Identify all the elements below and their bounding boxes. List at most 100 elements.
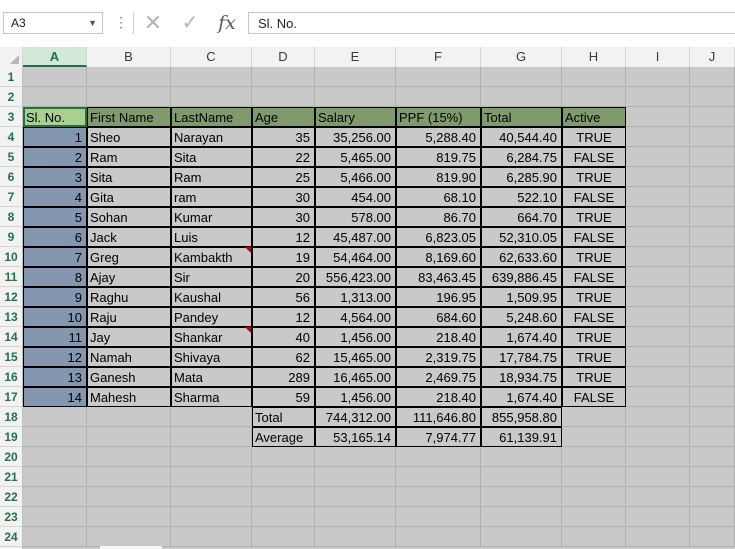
table-cell[interactable]: 1,674.40 [481,327,562,347]
table-cell[interactable]: TRUE [562,127,626,147]
cell[interactable] [690,247,735,267]
cell[interactable] [626,367,690,387]
row-header-24[interactable]: 24 [0,527,22,547]
table-cell[interactable]: 2,319.75 [396,347,481,367]
cell[interactable] [690,287,735,307]
table-cell[interactable]: Kumar [171,207,252,227]
cell[interactable] [23,67,87,87]
column-header-e[interactable]: E [315,47,396,67]
cell[interactable] [252,447,315,467]
table-cell[interactable]: 684.60 [396,307,481,327]
table-header-cell[interactable]: Total [481,107,562,127]
cell[interactable] [626,187,690,207]
summary-cell[interactable]: 855,958.80 [481,407,562,427]
table-cell[interactable]: FALSE [562,387,626,407]
table-cell[interactable]: 6,284.75 [481,147,562,167]
table-cell[interactable]: TRUE [562,247,626,267]
table-cell[interactable]: 196.95 [396,287,481,307]
cell[interactable] [690,207,735,227]
table-header-cell[interactable]: PPF (15%) [396,107,481,127]
table-header-cell[interactable]: Age [252,107,315,127]
cell[interactable] [626,267,690,287]
cell[interactable] [690,407,735,427]
table-cell[interactable]: TRUE [562,287,626,307]
table-cell[interactable]: FALSE [562,187,626,207]
column-header-h[interactable]: H [562,47,626,67]
cell[interactable] [481,447,562,467]
table-cell[interactable]: Sharma [171,387,252,407]
cell[interactable] [87,67,171,87]
table-cell[interactable]: TRUE [562,347,626,367]
cell[interactable] [315,67,396,87]
row-header-1[interactable]: 1 [0,67,22,87]
cell[interactable] [690,87,735,107]
cell[interactable] [562,507,626,527]
cell[interactable] [626,307,690,327]
table-cell[interactable]: FALSE [562,267,626,287]
cell[interactable] [626,247,690,267]
name-box[interactable]: A3 ▼ [3,12,103,34]
table-cell[interactable]: Ajay [87,267,171,287]
table-cell[interactable]: 22 [252,147,315,167]
row-header-9[interactable]: 9 [0,227,22,247]
row-header-3[interactable]: 3 [0,107,22,127]
cell[interactable] [23,507,87,527]
chevron-down-icon[interactable]: ▼ [88,18,97,28]
cell[interactable] [481,487,562,507]
cell[interactable] [690,347,735,367]
cell[interactable] [690,187,735,207]
table-cell[interactable]: 218.40 [396,387,481,407]
cell[interactable] [690,307,735,327]
cell[interactable] [562,447,626,467]
table-cell[interactable]: TRUE [562,207,626,227]
cell[interactable] [690,327,735,347]
cell[interactable] [690,67,735,87]
table-cell[interactable]: 62 [252,347,315,367]
table-cell[interactable]: 15,465.00 [315,347,396,367]
table-cell[interactable]: 56 [252,287,315,307]
table-cell[interactable]: FALSE [562,227,626,247]
cell[interactable] [562,427,626,447]
cell[interactable] [396,487,481,507]
table-cell[interactable]: ram [171,187,252,207]
table-cell[interactable]: 2,469.75 [396,367,481,387]
table-cell[interactable]: 40 [252,327,315,347]
cell[interactable] [690,527,735,547]
table-cell[interactable]: 54,464.00 [315,247,396,267]
table-cell[interactable]: 86.70 [396,207,481,227]
cell[interactable] [23,87,87,107]
table-cell[interactable]: Jay [87,327,171,347]
cell[interactable] [396,467,481,487]
cell[interactable] [23,447,87,467]
cell[interactable] [690,367,735,387]
table-cell[interactable]: 5 [23,207,87,227]
select-all-button[interactable] [0,47,23,67]
table-cell[interactable]: 4,564.00 [315,307,396,327]
table-cell[interactable]: 30 [252,207,315,227]
cell[interactable] [562,487,626,507]
row-header-20[interactable]: 20 [0,447,22,467]
table-cell[interactable]: 45,487.00 [315,227,396,247]
comment-indicator-icon[interactable] [245,327,251,333]
table-cell[interactable]: Pandey [171,307,252,327]
column-header-i[interactable]: I [626,47,690,67]
table-cell[interactable]: 1 [23,127,87,147]
row-header-17[interactable]: 17 [0,387,22,407]
cell[interactable] [626,107,690,127]
row-header-6[interactable]: 6 [0,167,22,187]
formula-input[interactable]: Sl. No. [248,12,735,34]
table-cell[interactable]: 578.00 [315,207,396,227]
table-cell[interactable]: 1,456.00 [315,327,396,347]
table-cell[interactable]: 819.90 [396,167,481,187]
column-header-d[interactable]: D [252,47,315,67]
cell[interactable] [171,67,252,87]
table-cell[interactable]: Sohan [87,207,171,227]
worksheet-grid[interactable]: Sl. No. First Name LastName Age Salary PPF (1… [23,67,735,549]
table-cell[interactable]: 522.10 [481,187,562,207]
table-cell[interactable]: 13 [23,367,87,387]
cell[interactable] [23,467,87,487]
table-header-cell[interactable]: LastName [171,107,252,127]
row-header-22[interactable]: 22 [0,487,22,507]
table-cell[interactable]: 7 [23,247,87,267]
table-cell[interactable]: 52,310.05 [481,227,562,247]
